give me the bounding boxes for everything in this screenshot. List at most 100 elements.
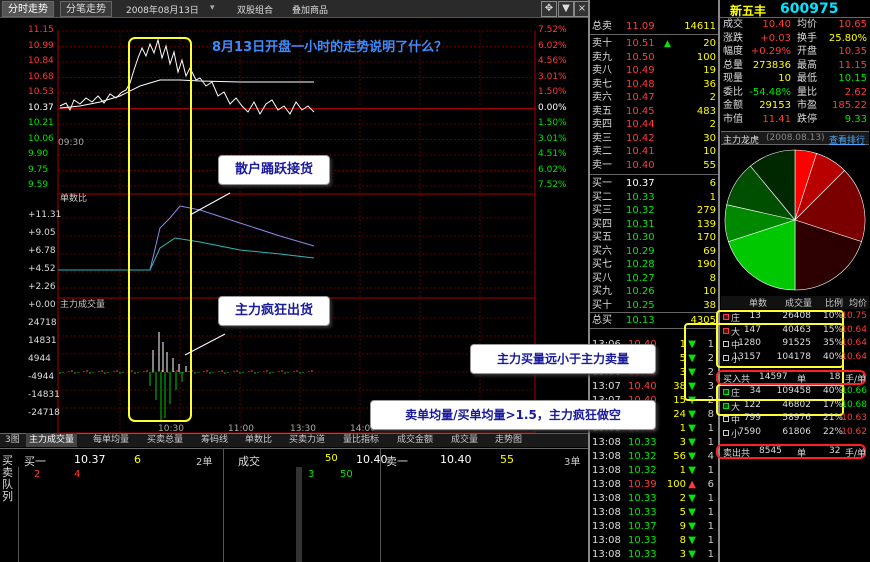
- buy-row[interactable]: 买八 10.27 8: [592, 272, 718, 286]
- date-dropdown-icon[interactable]: ▾: [210, 3, 215, 13]
- sell1-price: 10.40: [440, 453, 472, 466]
- tick-price: 10.32: [628, 451, 657, 462]
- bottom-tab[interactable]: 买卖总量: [144, 433, 186, 447]
- bottom-tab[interactable]: 成交量: [448, 433, 481, 447]
- order-vol: 483: [696, 105, 716, 117]
- ratio-panel-title: 单数比: [60, 194, 88, 204]
- order-type: 庄: [731, 389, 741, 399]
- sell-row[interactable]: 卖六 10.47 2: [592, 91, 718, 105]
- down-arrow-icon: ▼: [688, 493, 696, 504]
- total-unit: 单: [797, 375, 807, 385]
- order-vol: 14611: [684, 21, 716, 32]
- tick-count: 1: [707, 493, 714, 504]
- sell-row[interactable]: 卖七 10.48 36: [592, 78, 718, 92]
- checkbox[interactable]: [723, 429, 729, 436]
- tab-tick[interactable]: 分笔走势: [60, 1, 112, 17]
- stat-row: 委比 -54.48% 量比 2.62: [721, 86, 869, 100]
- view-ranking-link[interactable]: 查看排行: [829, 133, 865, 146]
- buy-row[interactable]: 买十 10.25 38: [592, 299, 718, 313]
- buy-row[interactable]: 买三 10.32 279: [592, 204, 718, 218]
- checkbox[interactable]: [723, 416, 729, 422]
- total-unit2: 手/单: [845, 449, 867, 459]
- checkbox[interactable]: [723, 354, 729, 361]
- buy-row[interactable]: 买六 10.29 69: [592, 245, 718, 259]
- bottom-tab[interactable]: 买卖力道: [286, 433, 328, 447]
- tick-count: 1: [707, 423, 714, 434]
- bottom-tab[interactable]: 筹码线: [198, 433, 231, 447]
- checkbox[interactable]: [723, 327, 729, 334]
- tick-count: 6: [707, 479, 714, 490]
- dual-stock-menu[interactable]: 双股组合: [237, 3, 273, 16]
- down-arrow-icon: ▼: [688, 549, 696, 560]
- order-percent: 10%: [822, 311, 843, 321]
- queue-deal-1: 3: [308, 469, 315, 480]
- tick-time: 13:08: [592, 479, 621, 490]
- sell-row[interactable]: 卖五 10.45 483: [592, 105, 718, 119]
- bottom-tab[interactable]: 走势图: [492, 433, 525, 447]
- order-price: 10.51: [626, 38, 655, 49]
- date-selector[interactable]: 2008年08月13日: [126, 3, 199, 16]
- sell-row[interactable]: 卖二 10.41 10: [592, 145, 718, 159]
- stat-value: 11.41: [762, 113, 791, 125]
- buy-row[interactable]: 买四 10.31 139: [592, 218, 718, 232]
- divider: [18, 467, 19, 562]
- sell-row[interactable]: 卖十 10.51 ▲ 20: [592, 37, 718, 51]
- buy-row[interactable]: 买五 10.30 170: [592, 231, 718, 245]
- tick-time: 13:08: [592, 507, 621, 518]
- order-vol: 170: [696, 232, 716, 243]
- order-avg: 10.75: [841, 311, 867, 321]
- overlay-menu[interactable]: 叠加商品: [292, 3, 328, 16]
- tick-volume: 1: [679, 465, 686, 476]
- checkbox[interactable]: [723, 389, 729, 395]
- sell-row[interactable]: 卖三 10.42 30: [592, 132, 718, 146]
- order-percent: 22%: [822, 426, 843, 437]
- order-price: 10.25: [626, 299, 655, 311]
- order-count: 122: [743, 399, 761, 410]
- callout-retail-buying: 散户踊跃接货: [218, 155, 330, 185]
- bottom-tab[interactable]: 3图: [2, 433, 23, 447]
- move-icon[interactable]: ✥: [541, 1, 557, 17]
- sell-row[interactable]: 卖九 10.50 100: [592, 51, 718, 65]
- checkbox[interactable]: [723, 402, 729, 409]
- down-arrow-icon: ▼: [688, 535, 696, 546]
- order-price: 10.49: [626, 65, 655, 76]
- dropdown-icon[interactable]: ▼: [558, 1, 574, 17]
- total-sell-row[interactable]: 总卖 11.09 14611: [592, 20, 718, 34]
- sell-row[interactable]: 卖四 10.44 2: [592, 118, 718, 132]
- order-type: 中: [731, 416, 741, 426]
- order-count: 799: [743, 413, 761, 423]
- order-label: 卖二: [592, 146, 612, 157]
- order-price: 10.26: [626, 286, 655, 297]
- order-vol: 36: [703, 78, 716, 90]
- top-toolbar: 分时走势 分笔走势 2008年08月13日 ▾ 双股组合 叠加商品 ✥ ▼ ×: [0, 0, 590, 18]
- tick-volume: 56: [673, 451, 686, 462]
- chart-title: 8月13日开盘一小时的走势说明了什么？: [212, 40, 448, 55]
- volume-tick: 4944: [28, 354, 51, 364]
- sell-row[interactable]: 卖一 10.40 55: [592, 159, 718, 173]
- bottom-tab[interactable]: 主力成交量: [26, 433, 78, 447]
- tab-intraday[interactable]: 分时走势: [2, 1, 54, 17]
- ratio-tick: +2.26: [28, 282, 56, 292]
- checkbox[interactable]: [723, 314, 729, 320]
- buy-row[interactable]: 买九 10.26 10: [592, 285, 718, 299]
- order-label: 买四: [592, 218, 612, 230]
- ratio-line-buy: [58, 205, 315, 271]
- order-percent: 21%: [822, 413, 843, 423]
- bottom-tab[interactable]: 单数比: [242, 433, 275, 447]
- stat-row: 市值 11.41 跌停 9.33: [721, 113, 869, 127]
- down-arrow-icon: ▼: [688, 423, 696, 434]
- stat-value: +0.03: [760, 32, 791, 44]
- buy-row[interactable]: 买七 10.28 190: [592, 258, 718, 272]
- scrollbar[interactable]: [296, 467, 302, 562]
- sell-row[interactable]: 卖八 10.49 19: [592, 64, 718, 78]
- bottom-tab[interactable]: 量比指标: [340, 433, 382, 447]
- order-label: 买六: [592, 245, 612, 257]
- bottom-tab[interactable]: 每单均量: [90, 433, 132, 447]
- buy-row[interactable]: 买二 10.33 1: [592, 191, 718, 205]
- checkbox[interactable]: [723, 341, 729, 347]
- tick-count: 1: [707, 549, 714, 560]
- order-label: 卖四: [592, 119, 612, 130]
- buy-row[interactable]: 买一 10.37 6: [592, 177, 718, 191]
- bottom-tab[interactable]: 成交金额: [394, 433, 436, 447]
- tick-count: 1: [707, 535, 714, 546]
